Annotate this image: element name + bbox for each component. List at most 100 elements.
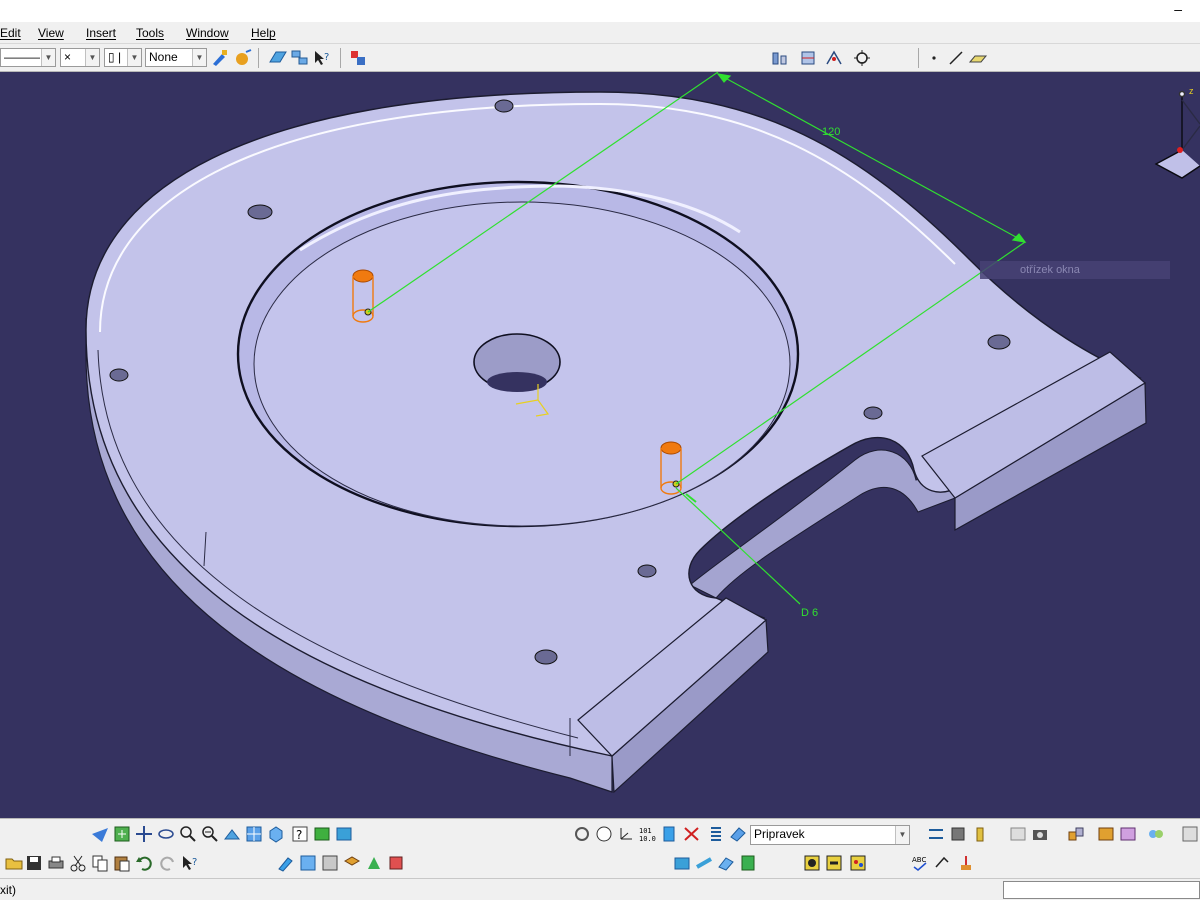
copy-icon[interactable] bbox=[90, 853, 110, 873]
svg-text:101: 101 bbox=[639, 827, 652, 835]
screw-hole bbox=[109, 368, 129, 382]
menu-edit[interactable]: Edit bbox=[0, 26, 21, 40]
bottle-icon[interactable] bbox=[970, 824, 990, 844]
svg-text:?: ? bbox=[324, 52, 329, 63]
paint-brush-icon[interactable] bbox=[210, 48, 230, 68]
fit-all-icon[interactable] bbox=[112, 824, 132, 844]
pad-icon[interactable] bbox=[320, 853, 340, 873]
normal-view-icon[interactable] bbox=[222, 824, 242, 844]
menu-view[interactable]: View bbox=[38, 26, 64, 40]
3d-viewport[interactable]: otřízek okna 120 D 6 z bbox=[0, 72, 1200, 818]
cut-icon[interactable] bbox=[68, 853, 88, 873]
hand-icon[interactable] bbox=[594, 824, 614, 844]
dimension-diameter-label[interactable]: D 6 bbox=[801, 607, 818, 619]
sheet-icon[interactable] bbox=[738, 853, 758, 873]
rotate-icon[interactable] bbox=[156, 824, 176, 844]
point-type-combo[interactable]: × ▼ bbox=[60, 48, 100, 67]
constraint-solid-icon[interactable] bbox=[672, 853, 692, 873]
part-body-icon[interactable] bbox=[660, 824, 680, 844]
whats-this-help-icon[interactable]: ? bbox=[180, 853, 200, 873]
picture-icon[interactable] bbox=[1008, 824, 1028, 844]
measure-between-icon[interactable] bbox=[770, 48, 790, 68]
minimize-button[interactable]: – bbox=[1174, 2, 1182, 16]
iso-view-icon[interactable] bbox=[266, 824, 286, 844]
chevron-down-icon[interactable]: ▼ bbox=[85, 49, 99, 66]
redo-icon[interactable] bbox=[158, 853, 178, 873]
list-icon[interactable] bbox=[706, 824, 726, 844]
grid-icon[interactable] bbox=[1180, 824, 1200, 844]
compass-icon bbox=[1154, 90, 1200, 179]
constraint-icon[interactable] bbox=[682, 824, 702, 844]
line-icon[interactable] bbox=[946, 48, 966, 68]
part-geometry[interactable] bbox=[0, 72, 1200, 818]
stack-icon[interactable] bbox=[948, 824, 968, 844]
annotation-icon[interactable] bbox=[932, 853, 952, 873]
hide-show-icon[interactable] bbox=[334, 824, 354, 844]
dimension-length-label[interactable]: 120 bbox=[822, 126, 840, 138]
pocket-icon[interactable] bbox=[298, 853, 318, 873]
menu-help[interactable]: Help bbox=[251, 26, 276, 40]
measure-item-icon[interactable] bbox=[798, 48, 818, 68]
chevron-down-icon[interactable]: ▼ bbox=[895, 826, 909, 844]
sketch-plane-icon[interactable] bbox=[268, 48, 288, 68]
assembly-icon[interactable] bbox=[1066, 824, 1086, 844]
scene-icon[interactable] bbox=[848, 853, 868, 873]
shading-icon[interactable] bbox=[312, 824, 332, 844]
chevron-down-icon[interactable]: ▼ bbox=[192, 49, 206, 66]
axis-system-icon[interactable] bbox=[616, 824, 636, 844]
link-icon[interactable] bbox=[1146, 824, 1166, 844]
chamfer-icon[interactable] bbox=[386, 853, 406, 873]
component-icon[interactable] bbox=[1118, 824, 1138, 844]
status-message: xit) bbox=[0, 883, 16, 897]
eraser-icon[interactable] bbox=[728, 824, 748, 844]
menu-tools[interactable]: Tools bbox=[136, 26, 164, 40]
open-folder-icon[interactable] bbox=[4, 853, 24, 873]
help-view-icon[interactable]: ? bbox=[290, 824, 310, 844]
current-body-combo[interactable]: Pripravek ▼ bbox=[750, 825, 910, 845]
top-toolbar: ——— ▼ × ▼ ▯ | ▼ None ▼ ? bbox=[0, 44, 1200, 72]
menu-window[interactable]: Window bbox=[186, 26, 229, 40]
layers-icon[interactable] bbox=[290, 48, 310, 68]
update-icon[interactable] bbox=[572, 824, 592, 844]
save-icon[interactable] bbox=[24, 853, 44, 873]
fly-mode-icon[interactable] bbox=[90, 824, 110, 844]
menu-insert[interactable]: Insert bbox=[86, 26, 116, 40]
product-icon[interactable] bbox=[1096, 824, 1116, 844]
offset-icon[interactable] bbox=[716, 853, 736, 873]
screw-hole bbox=[247, 204, 273, 220]
zoom-in-icon[interactable] bbox=[178, 824, 198, 844]
paint-bucket-icon[interactable] bbox=[233, 48, 253, 68]
sketch-icon[interactable] bbox=[276, 853, 296, 873]
point-icon[interactable] bbox=[924, 48, 944, 68]
hole-icon[interactable] bbox=[342, 853, 362, 873]
plane-icon[interactable] bbox=[968, 48, 988, 68]
material-icon[interactable] bbox=[802, 853, 822, 873]
probe-icon[interactable] bbox=[956, 853, 976, 873]
paste-icon[interactable] bbox=[112, 853, 132, 873]
whats-this-help-icon[interactable]: ? bbox=[312, 48, 332, 68]
chevron-down-icon[interactable]: ▼ bbox=[127, 49, 141, 66]
binary-icon[interactable]: 10110.0 bbox=[638, 824, 658, 844]
linetype-combo[interactable]: ——— ▼ bbox=[0, 48, 56, 67]
undo-icon[interactable] bbox=[134, 853, 154, 873]
filter-combo[interactable]: None ▼ bbox=[145, 48, 207, 67]
zoom-out-icon[interactable] bbox=[200, 824, 220, 844]
target-icon[interactable] bbox=[852, 48, 872, 68]
multi-view-icon[interactable] bbox=[244, 824, 264, 844]
axis-z-label: z bbox=[1189, 86, 1194, 96]
fillet-icon[interactable] bbox=[364, 853, 384, 873]
spell-check-icon[interactable]: ABC bbox=[910, 853, 930, 873]
catalog-icon[interactable] bbox=[348, 48, 368, 68]
command-input[interactable] bbox=[1003, 881, 1200, 899]
chevron-down-icon[interactable]: ▼ bbox=[41, 49, 55, 66]
render-icon[interactable] bbox=[824, 853, 844, 873]
measure-inertia-icon[interactable] bbox=[824, 48, 844, 68]
layer-combo[interactable]: ▯ | ▼ bbox=[104, 48, 142, 67]
pan-icon[interactable] bbox=[134, 824, 154, 844]
print-icon[interactable] bbox=[46, 853, 66, 873]
surface-icon[interactable] bbox=[694, 853, 714, 873]
bottom-toolbar-standard: ? ABC bbox=[0, 848, 1200, 878]
camera-icon[interactable] bbox=[1030, 824, 1050, 844]
toolbar-separator bbox=[258, 48, 259, 68]
distance-icon[interactable] bbox=[926, 824, 946, 844]
